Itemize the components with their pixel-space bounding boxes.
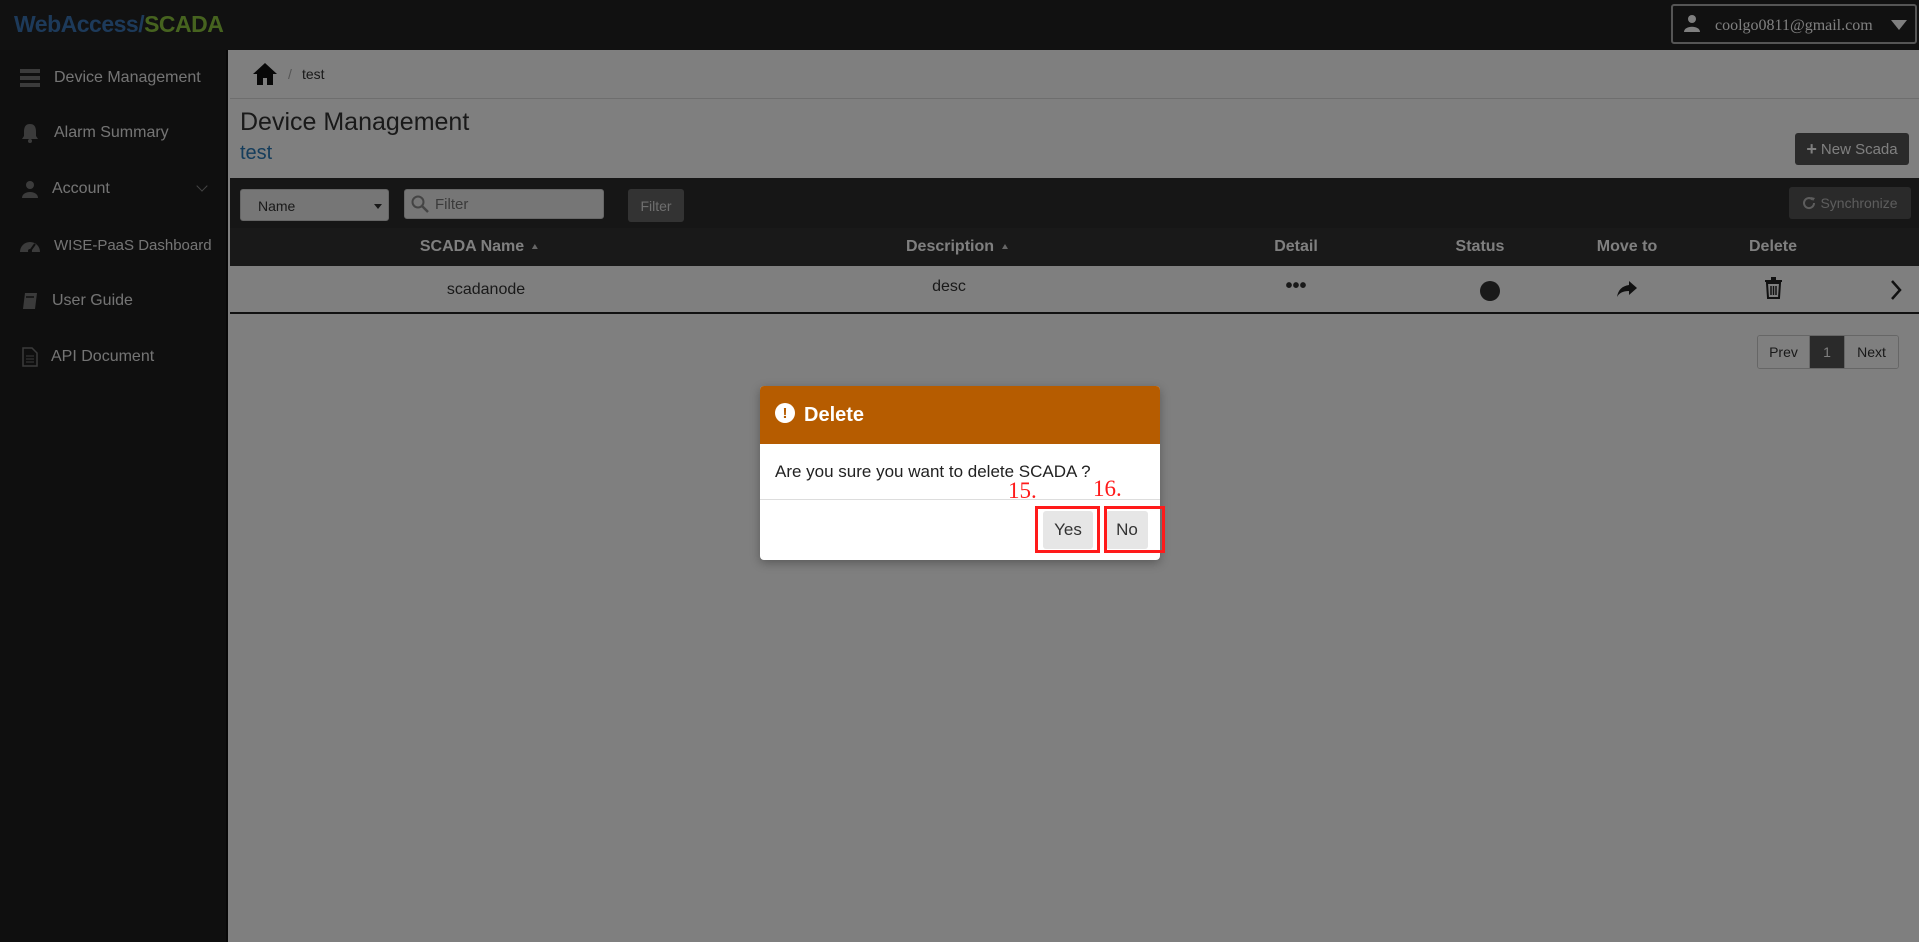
delete-confirm-dialog: ! Delete Are you sure you want to delete…: [760, 386, 1160, 560]
dialog-message: Are you sure you want to delete SCADA ?: [775, 462, 1091, 481]
dialog-header: ! Delete: [760, 386, 1160, 444]
exclamation-icon: !: [775, 403, 795, 423]
annotation-box-yes: [1035, 506, 1100, 553]
dialog-title: Delete: [804, 404, 865, 426]
annotation-label-16: 16.: [1093, 476, 1122, 501]
annotation-label-15: 15.: [1008, 478, 1037, 503]
annotation-box-no: [1104, 506, 1165, 553]
